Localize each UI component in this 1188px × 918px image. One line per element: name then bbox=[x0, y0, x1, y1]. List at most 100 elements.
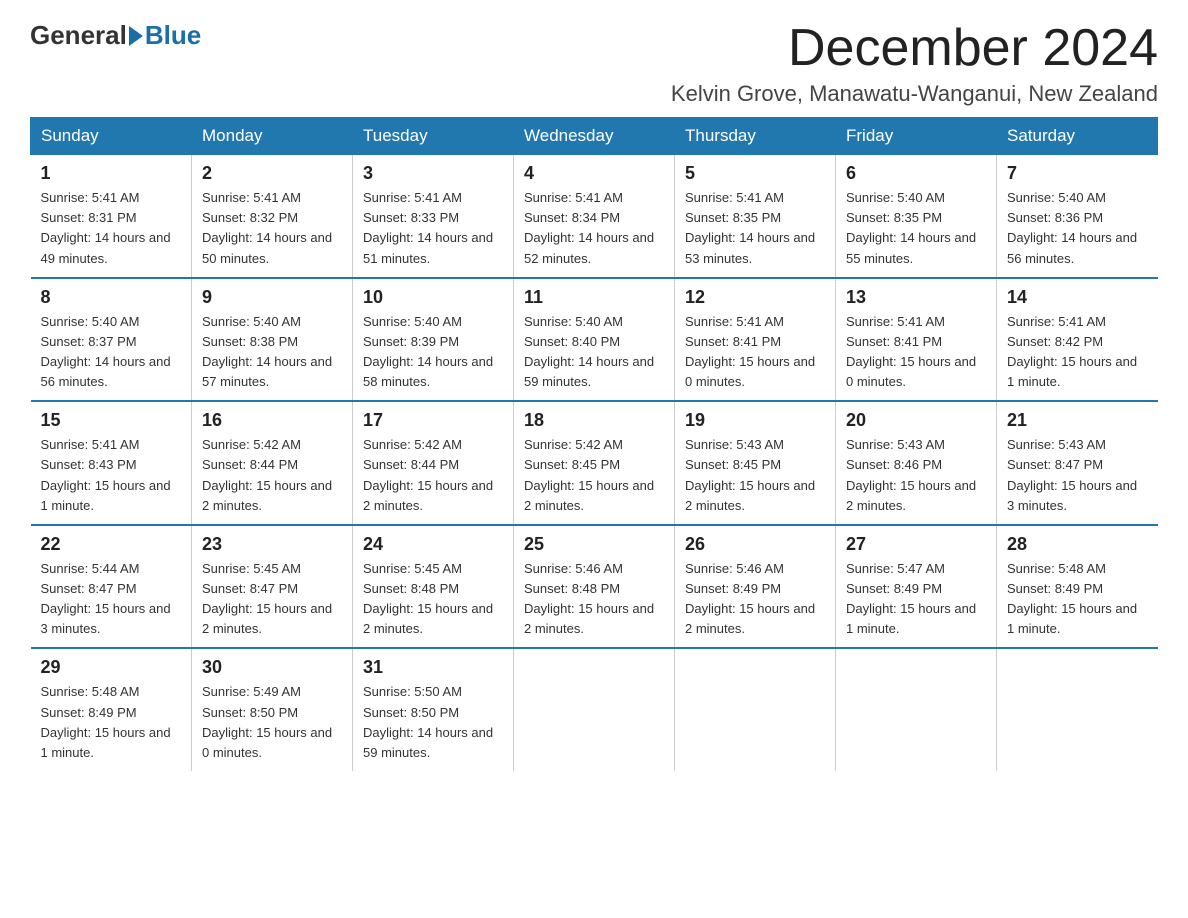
calendar-cell bbox=[836, 648, 997, 771]
calendar-cell bbox=[997, 648, 1158, 771]
calendar-cell: 27Sunrise: 5:47 AMSunset: 8:49 PMDayligh… bbox=[836, 525, 997, 649]
calendar-week-row: 15 Sunrise: 5:41 AMSunset: 8:43 PMDayligh… bbox=[31, 401, 1158, 525]
logo-blue-text: Blue bbox=[145, 20, 201, 51]
calendar-cell: 30 Sunrise: 5:49 AMSunset: 8:50 PMDayligh… bbox=[192, 648, 353, 771]
day-number: 24 bbox=[363, 534, 503, 555]
logo-arrow-icon bbox=[129, 26, 143, 46]
calendar-cell: 24 Sunrise: 5:45 AMSunset: 8:48 PMDayligh… bbox=[353, 525, 514, 649]
header-monday: Monday bbox=[192, 118, 353, 155]
day-number: 9 bbox=[202, 287, 342, 308]
calendar-cell: 8 Sunrise: 5:40 AMSunset: 8:37 PMDaylight… bbox=[31, 278, 192, 402]
day-number: 7 bbox=[1007, 163, 1148, 184]
calendar-cell bbox=[514, 648, 675, 771]
day-number: 14 bbox=[1007, 287, 1148, 308]
calendar-cell: 2 Sunrise: 5:41 AMSunset: 8:32 PMDaylight… bbox=[192, 155, 353, 278]
calendar-header-row: SundayMondayTuesdayWednesdayThursdayFrid… bbox=[31, 118, 1158, 155]
calendar-cell: 25 Sunrise: 5:46 AMSunset: 8:48 PMDayligh… bbox=[514, 525, 675, 649]
day-number: 2 bbox=[202, 163, 342, 184]
calendar-cell: 29 Sunrise: 5:48 AMSunset: 8:49 PMDayligh… bbox=[31, 648, 192, 771]
calendar-cell: 16 Sunrise: 5:42 AMSunset: 8:44 PMDayligh… bbox=[192, 401, 353, 525]
calendar-cell: 23 Sunrise: 5:45 AMSunset: 8:47 PMDayligh… bbox=[192, 525, 353, 649]
day-number: 21 bbox=[1007, 410, 1148, 431]
day-number: 8 bbox=[41, 287, 182, 308]
day-number: 15 bbox=[41, 410, 182, 431]
day-info: Sunrise: 5:41 AMSunset: 8:35 PMDaylight:… bbox=[685, 188, 825, 269]
calendar-cell: 21 Sunrise: 5:43 AMSunset: 8:47 PMDayligh… bbox=[997, 401, 1158, 525]
day-number: 28 bbox=[1007, 534, 1148, 555]
header-friday: Friday bbox=[836, 118, 997, 155]
day-number: 29 bbox=[41, 657, 182, 678]
day-info: Sunrise: 5:41 AMSunset: 8:34 PMDaylight:… bbox=[524, 188, 664, 269]
day-info: Sunrise: 5:41 AMSunset: 8:41 PMDaylight:… bbox=[685, 312, 825, 393]
day-info: Sunrise: 5:43 AMSunset: 8:46 PMDaylight:… bbox=[846, 435, 986, 516]
day-info: Sunrise: 5:41 AMSunset: 8:42 PMDaylight:… bbox=[1007, 312, 1148, 393]
calendar-cell: 17Sunrise: 5:42 AMSunset: 8:44 PMDayligh… bbox=[353, 401, 514, 525]
calendar-cell: 28 Sunrise: 5:48 AMSunset: 8:49 PMDayligh… bbox=[997, 525, 1158, 649]
day-number: 20 bbox=[846, 410, 986, 431]
day-number: 26 bbox=[685, 534, 825, 555]
calendar-cell: 10Sunrise: 5:40 AMSunset: 8:39 PMDayligh… bbox=[353, 278, 514, 402]
day-info: Sunrise: 5:43 AMSunset: 8:47 PMDaylight:… bbox=[1007, 435, 1148, 516]
day-info: Sunrise: 5:41 AMSunset: 8:31 PMDaylight:… bbox=[41, 188, 182, 269]
calendar-cell: 4Sunrise: 5:41 AMSunset: 8:34 PMDaylight… bbox=[514, 155, 675, 278]
day-info: Sunrise: 5:44 AMSunset: 8:47 PMDaylight:… bbox=[41, 559, 182, 640]
logo-general-text: General bbox=[30, 20, 127, 51]
calendar-cell: 7 Sunrise: 5:40 AMSunset: 8:36 PMDaylight… bbox=[997, 155, 1158, 278]
calendar-cell: 3Sunrise: 5:41 AMSunset: 8:33 PMDaylight… bbox=[353, 155, 514, 278]
day-number: 1 bbox=[41, 163, 182, 184]
day-info: Sunrise: 5:41 AMSunset: 8:43 PMDaylight:… bbox=[41, 435, 182, 516]
day-info: Sunrise: 5:42 AMSunset: 8:44 PMDaylight:… bbox=[202, 435, 342, 516]
calendar-cell: 26 Sunrise: 5:46 AMSunset: 8:49 PMDayligh… bbox=[675, 525, 836, 649]
day-number: 18 bbox=[524, 410, 664, 431]
day-number: 25 bbox=[524, 534, 664, 555]
header-tuesday: Tuesday bbox=[353, 118, 514, 155]
day-number: 16 bbox=[202, 410, 342, 431]
header-wednesday: Wednesday bbox=[514, 118, 675, 155]
day-number: 6 bbox=[846, 163, 986, 184]
calendar-cell: 31 Sunrise: 5:50 AMSunset: 8:50 PMDayligh… bbox=[353, 648, 514, 771]
day-number: 3 bbox=[363, 163, 503, 184]
day-number: 23 bbox=[202, 534, 342, 555]
day-info: Sunrise: 5:45 AMSunset: 8:48 PMDaylight:… bbox=[363, 559, 503, 640]
month-title: December 2024 bbox=[671, 20, 1158, 77]
day-info: Sunrise: 5:40 AMSunset: 8:38 PMDaylight:… bbox=[202, 312, 342, 393]
calendar-cell: 1 Sunrise: 5:41 AMSunset: 8:31 PMDaylight… bbox=[31, 155, 192, 278]
day-number: 22 bbox=[41, 534, 182, 555]
day-info: Sunrise: 5:42 AMSunset: 8:45 PMDaylight:… bbox=[524, 435, 664, 516]
title-area: December 2024 Kelvin Grove, Manawatu-Wan… bbox=[671, 20, 1158, 107]
calendar-cell: 14 Sunrise: 5:41 AMSunset: 8:42 PMDayligh… bbox=[997, 278, 1158, 402]
calendar-cell: 11Sunrise: 5:40 AMSunset: 8:40 PMDayligh… bbox=[514, 278, 675, 402]
day-info: Sunrise: 5:40 AMSunset: 8:37 PMDaylight:… bbox=[41, 312, 182, 393]
calendar-cell: 13Sunrise: 5:41 AMSunset: 8:41 PMDayligh… bbox=[836, 278, 997, 402]
header-saturday: Saturday bbox=[997, 118, 1158, 155]
day-info: Sunrise: 5:43 AMSunset: 8:45 PMDaylight:… bbox=[685, 435, 825, 516]
day-info: Sunrise: 5:49 AMSunset: 8:50 PMDaylight:… bbox=[202, 682, 342, 763]
calendar-cell: 18 Sunrise: 5:42 AMSunset: 8:45 PMDayligh… bbox=[514, 401, 675, 525]
calendar-cell: 19 Sunrise: 5:43 AMSunset: 8:45 PMDayligh… bbox=[675, 401, 836, 525]
day-info: Sunrise: 5:48 AMSunset: 8:49 PMDaylight:… bbox=[41, 682, 182, 763]
calendar-cell bbox=[675, 648, 836, 771]
day-info: Sunrise: 5:46 AMSunset: 8:49 PMDaylight:… bbox=[685, 559, 825, 640]
day-info: Sunrise: 5:46 AMSunset: 8:48 PMDaylight:… bbox=[524, 559, 664, 640]
day-number: 27 bbox=[846, 534, 986, 555]
day-info: Sunrise: 5:41 AMSunset: 8:32 PMDaylight:… bbox=[202, 188, 342, 269]
day-number: 19 bbox=[685, 410, 825, 431]
day-info: Sunrise: 5:40 AMSunset: 8:36 PMDaylight:… bbox=[1007, 188, 1148, 269]
calendar-cell: 15 Sunrise: 5:41 AMSunset: 8:43 PMDayligh… bbox=[31, 401, 192, 525]
day-info: Sunrise: 5:45 AMSunset: 8:47 PMDaylight:… bbox=[202, 559, 342, 640]
logo: General Blue bbox=[30, 20, 201, 51]
calendar-cell: 9 Sunrise: 5:40 AMSunset: 8:38 PMDaylight… bbox=[192, 278, 353, 402]
day-number: 30 bbox=[202, 657, 342, 678]
calendar-cell: 22 Sunrise: 5:44 AMSunset: 8:47 PMDayligh… bbox=[31, 525, 192, 649]
location-subtitle: Kelvin Grove, Manawatu-Wanganui, New Zea… bbox=[671, 81, 1158, 107]
calendar-week-row: 8 Sunrise: 5:40 AMSunset: 8:37 PMDaylight… bbox=[31, 278, 1158, 402]
calendar-cell: 12 Sunrise: 5:41 AMSunset: 8:41 PMDayligh… bbox=[675, 278, 836, 402]
day-info: Sunrise: 5:48 AMSunset: 8:49 PMDaylight:… bbox=[1007, 559, 1148, 640]
day-info: Sunrise: 5:50 AMSunset: 8:50 PMDaylight:… bbox=[363, 682, 503, 763]
day-number: 31 bbox=[363, 657, 503, 678]
header-sunday: Sunday bbox=[31, 118, 192, 155]
day-number: 12 bbox=[685, 287, 825, 308]
day-number: 13 bbox=[846, 287, 986, 308]
day-info: Sunrise: 5:40 AMSunset: 8:39 PMDaylight:… bbox=[363, 312, 503, 393]
day-number: 5 bbox=[685, 163, 825, 184]
